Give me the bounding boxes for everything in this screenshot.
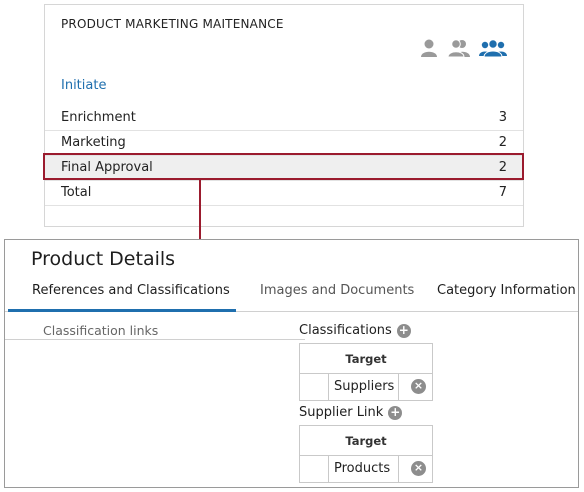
add-supplier-link-icon[interactable]: + bbox=[388, 405, 403, 420]
workflow-row-total: Total 7 bbox=[45, 181, 523, 206]
supplier-link-label: Supplier Link bbox=[299, 405, 384, 420]
row-select-cell[interactable] bbox=[300, 374, 329, 400]
column-header-target: Target bbox=[300, 426, 432, 456]
total-label: Total bbox=[61, 185, 92, 200]
section-divider bbox=[5, 339, 305, 340]
single-user-icon[interactable] bbox=[419, 38, 439, 58]
assignee-icons bbox=[419, 38, 507, 58]
state-count: 2 bbox=[498, 160, 507, 175]
supplier-link-table: Target Products × bbox=[299, 425, 433, 483]
target-cell[interactable]: Products bbox=[329, 456, 399, 482]
classifications-header: Classifications + bbox=[299, 323, 411, 338]
workflow-title: PRODUCT MARKETING MAITENANCE bbox=[61, 17, 284, 31]
state-count: 2 bbox=[498, 135, 507, 150]
classifications-label: Classifications bbox=[299, 323, 392, 338]
product-details-panel: Product Details References and Classific… bbox=[4, 239, 579, 488]
table-row[interactable]: Suppliers × bbox=[300, 374, 432, 400]
panel-title: Product Details bbox=[31, 248, 176, 270]
total-count: 7 bbox=[498, 185, 507, 200]
row-select-cell[interactable] bbox=[300, 456, 329, 482]
tab-images-and-documents[interactable]: Images and Documents bbox=[260, 283, 414, 298]
classifications-table: Target Suppliers × bbox=[299, 343, 433, 401]
tab-references-and-classifications[interactable]: References and Classifications bbox=[32, 283, 230, 298]
remove-icon[interactable]: × bbox=[411, 379, 426, 394]
tab-category-information[interactable]: Category Information bbox=[437, 283, 576, 298]
workflow-row-marketing[interactable]: Marketing 2 bbox=[45, 131, 523, 156]
supplier-link-header: Supplier Link + bbox=[299, 405, 403, 420]
group-users-icon[interactable] bbox=[479, 38, 507, 58]
workflow-panel: PRODUCT MARKETING MAITENANCE Initiate En… bbox=[44, 4, 524, 227]
tab-bar: References and Classifications Images an… bbox=[5, 280, 578, 312]
state-label: Enrichment bbox=[61, 110, 136, 125]
two-users-icon[interactable] bbox=[447, 38, 471, 58]
state-label: Final Approval bbox=[61, 160, 153, 175]
target-cell[interactable]: Suppliers bbox=[329, 374, 399, 400]
active-tab-indicator bbox=[8, 309, 236, 312]
workflow-row-final-approval[interactable]: Final Approval 2 bbox=[45, 156, 523, 181]
add-classification-icon[interactable]: + bbox=[396, 323, 411, 338]
state-count: 3 bbox=[498, 110, 507, 125]
remove-icon[interactable]: × bbox=[411, 461, 426, 476]
workflow-row-enrichment[interactable]: Enrichment 3 bbox=[45, 106, 523, 131]
initiate-link[interactable]: Initiate bbox=[61, 78, 106, 93]
column-header-target: Target bbox=[300, 344, 432, 374]
table-row[interactable]: Products × bbox=[300, 456, 432, 482]
classification-links-label: Classification links bbox=[43, 323, 159, 338]
state-label: Marketing bbox=[61, 135, 126, 150]
